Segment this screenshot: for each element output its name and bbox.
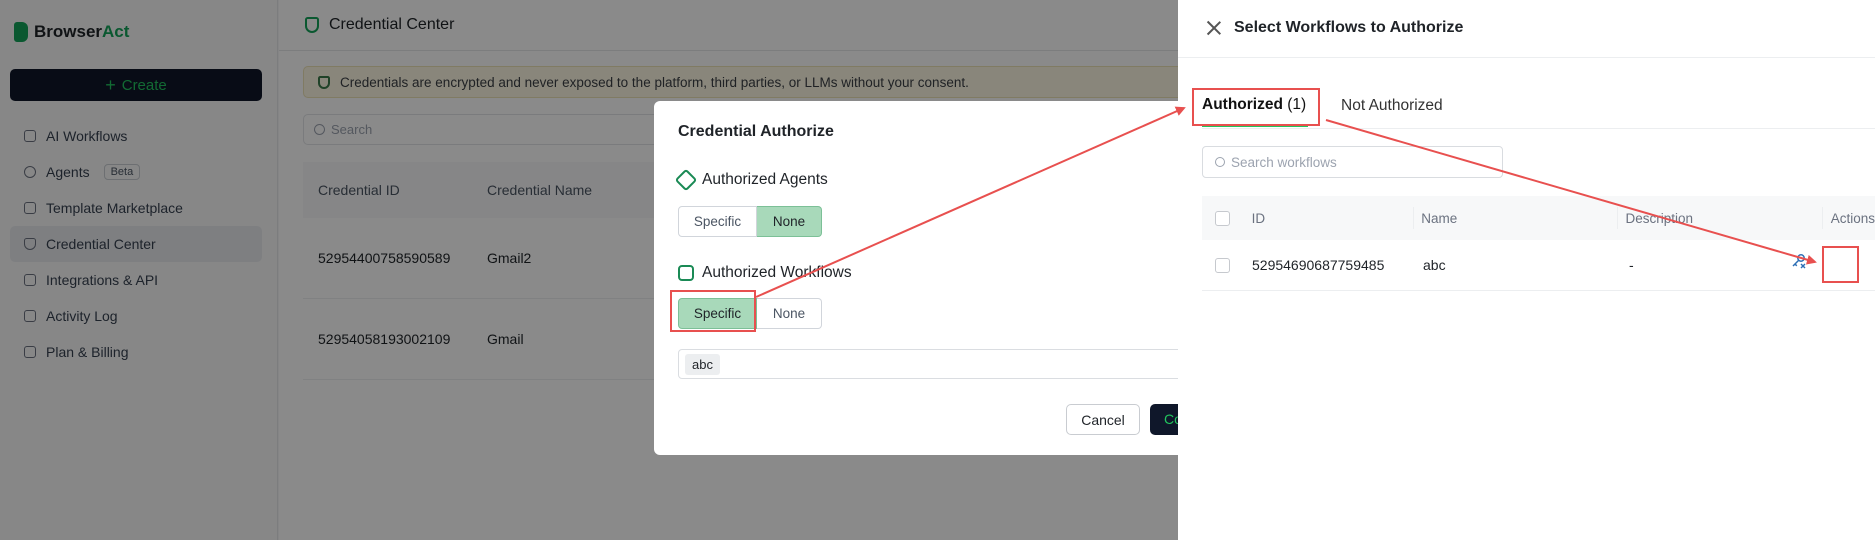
column-header-name: Name <box>1414 207 1619 229</box>
tab-authorized-label: Authorized <box>1202 96 1283 113</box>
close-icon[interactable] <box>1206 20 1222 36</box>
workflows-table: ID Name Description Actions 529546906877… <box>1202 196 1875 291</box>
tab-authorized-count: (1) <box>1287 96 1307 113</box>
workflow-id: 52954690687759485 <box>1252 257 1385 273</box>
agents-option-none[interactable]: None <box>757 206 822 237</box>
column-header-actions: Actions <box>1830 210 1875 226</box>
agents-option-specific[interactable]: Specific <box>678 206 757 237</box>
column-header-id: ID <box>1252 207 1415 229</box>
workflow-name: abc <box>1423 257 1446 273</box>
tab-not-authorized[interactable]: Not Authorized <box>1341 97 1443 115</box>
modal-title: Credential Authorize <box>678 123 834 140</box>
row-checkbox[interactable] <box>1215 257 1230 273</box>
tab-authorized[interactable]: Authorized (1) <box>1202 96 1306 114</box>
authorized-workflows-label: Authorized Workflows <box>702 264 852 281</box>
authorized-workflows-section: Authorized Workflows <box>678 264 852 282</box>
workflow-icon <box>678 265 694 281</box>
select-workflows-drawer: Select Workflows to Authorize Authorized… <box>1178 0 1875 540</box>
authorized-agents-section: Authorized Agents <box>674 168 828 192</box>
tabs-divider <box>1202 128 1875 129</box>
credential-authorize-modal: Credential Authorize Authorized Agents S… <box>654 101 1218 455</box>
selected-workflow-tag: abc <box>685 353 720 375</box>
workflows-option-specific[interactable]: Specific <box>678 298 757 329</box>
unauthorize-icon[interactable] <box>1790 252 1808 270</box>
row-select-cell <box>1202 257 1252 273</box>
cancel-button[interactable]: Cancel <box>1066 404 1140 435</box>
agents-segmented-control: Specific None <box>678 206 822 237</box>
selected-workflows-field[interactable]: abc <box>678 349 1218 379</box>
search-placeholder: Search workflows <box>1231 154 1337 170</box>
table-row: 52954690687759485 abc - <box>1202 240 1875 291</box>
drawer-title: Select Workflows to Authorize <box>1234 19 1464 36</box>
authorized-agents-label: Authorized Agents <box>702 171 828 188</box>
workflows-segmented-control: Specific None <box>678 298 822 329</box>
active-tab-indicator <box>1202 125 1308 127</box>
select-all-checkbox[interactable] <box>1215 210 1230 226</box>
table-header: ID Name Description Actions <box>1202 196 1875 240</box>
search-icon <box>1215 157 1225 167</box>
select-all-cell <box>1202 210 1252 226</box>
column-header-description: Description <box>1618 207 1823 229</box>
workflow-search-input[interactable]: Search workflows <box>1202 146 1503 178</box>
agent-icon <box>674 168 698 192</box>
workflows-option-none[interactable]: None <box>757 298 822 329</box>
drawer-header: Select Workflows to Authorize <box>1178 0 1875 58</box>
